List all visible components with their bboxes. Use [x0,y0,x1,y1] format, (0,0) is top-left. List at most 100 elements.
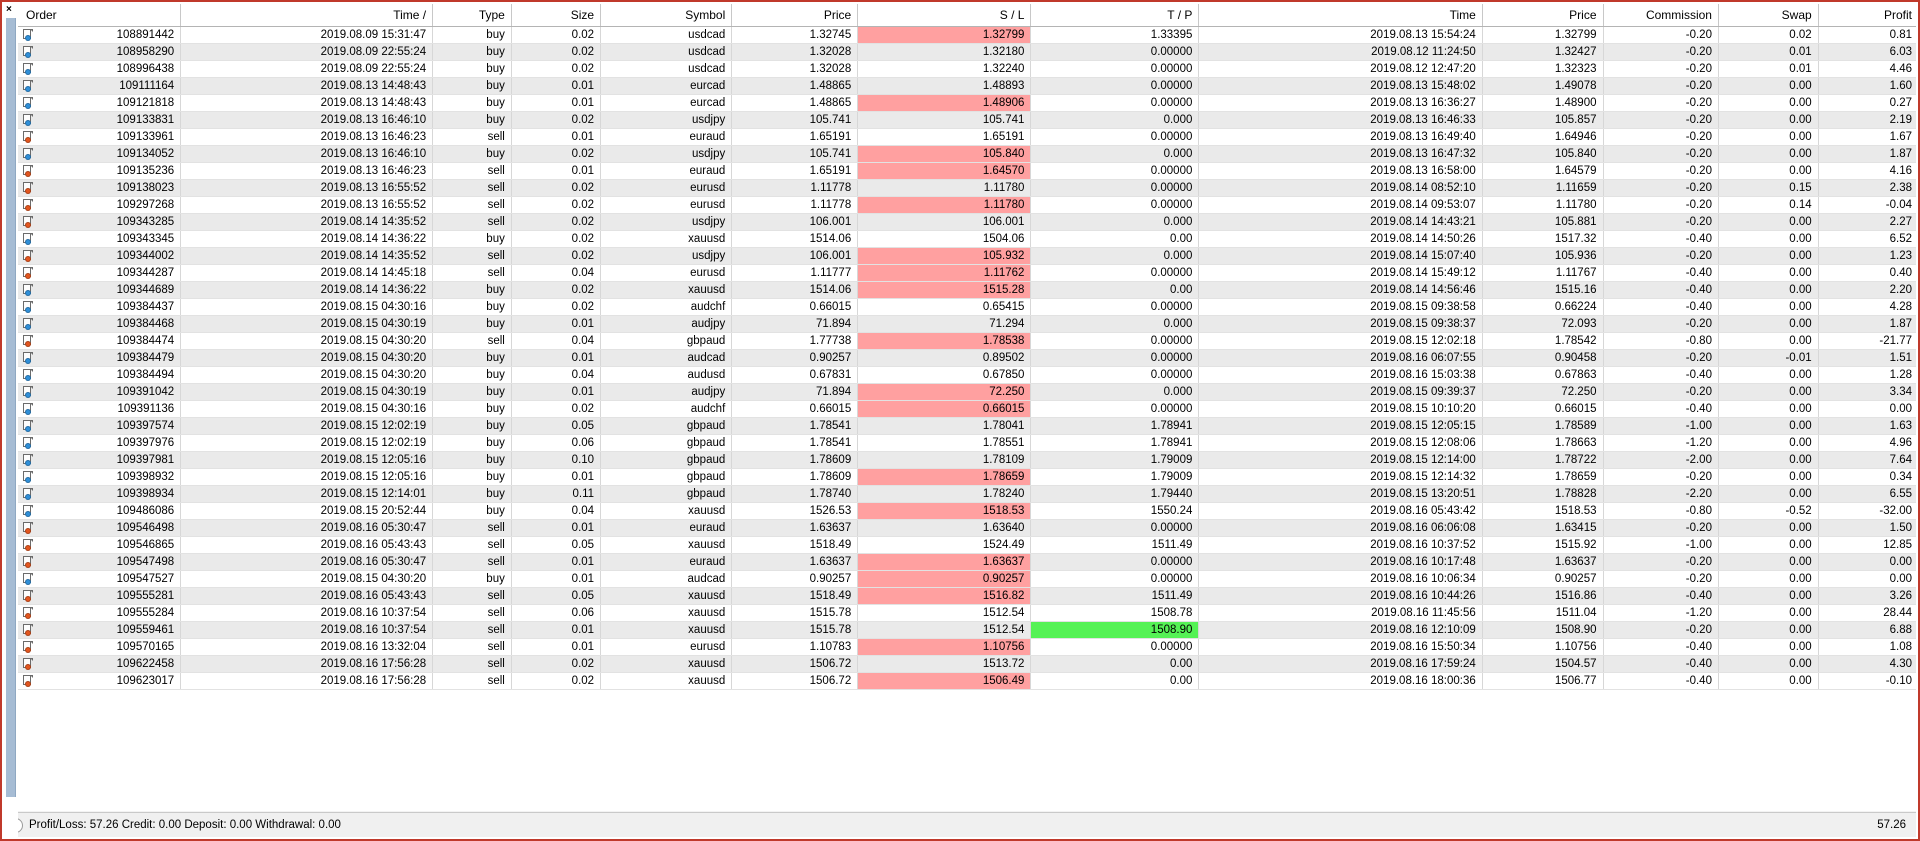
cell-type: buy [432,570,512,588]
cell-size: 0.02 [511,247,602,265]
table-row[interactable]: 109135236 2019.08.13 16:46:23 sell 0.01 eura… [18,162,1916,180]
column-header-time_open[interactable]: Time / [180,4,434,27]
table-row[interactable]: 108996438 2019.08.09 22:55:24 buy 0.02 usdca… [18,60,1916,78]
table-row[interactable]: 109397574 2019.08.15 12:02:19 buy 0.05 gbpau… [18,417,1916,435]
column-header-commission[interactable]: Commission [1603,4,1719,27]
cell-tp: 0.000 [1030,145,1200,163]
table-row[interactable]: 109121818 2019.08.13 14:48:43 buy 0.01 eurca… [18,94,1916,112]
table-row[interactable]: 109391042 2019.08.15 04:30:19 buy 0.01 audjp… [18,383,1916,401]
table-row[interactable]: 109622458 2019.08.16 17:56:28 sell 0.02 xauu… [18,655,1916,673]
close-icon[interactable]: × [6,5,12,15]
table-row[interactable]: 109384474 2019.08.15 04:30:20 sell 0.04 gbpa… [18,332,1916,350]
cell-profit: -21.77 [1818,332,1916,350]
table-row[interactable]: 109547527 2019.08.15 04:30:20 buy 0.01 audca… [18,570,1916,588]
column-header-price_close[interactable]: Price [1482,4,1604,27]
cell-time_open: 2019.08.15 12:14:01 [180,485,434,503]
table-row[interactable]: 109397976 2019.08.15 12:02:19 buy 0.06 gbpau… [18,434,1916,452]
table-row[interactable]: 109546498 2019.08.16 05:30:47 sell 0.01 eura… [18,519,1916,537]
cell-order: 109486086 [18,502,182,520]
table-row[interactable]: 109343345 2019.08.14 14:36:22 buy 0.02 xauus… [18,230,1916,248]
column-header-sl[interactable]: S / L [857,4,1032,27]
table-row[interactable]: 109384437 2019.08.15 04:30:16 buy 0.02 audch… [18,298,1916,316]
column-header-time_close[interactable]: Time [1198,4,1483,27]
status-bar: Profit/Loss: 57.26 Credit: 0.00 Deposit:… [4,812,1916,837]
cell-time_open: 2019.08.14 14:35:52 [180,247,434,265]
column-header-size[interactable]: Size [511,4,602,27]
order-id: 108996438 [116,63,175,75]
table-header-row[interactable]: Order Time / Type Size Symbol Price S / LT / P… [18,4,1916,27]
table-row[interactable]: 109138023 2019.08.13 16:55:52 sell 0.02 euru… [18,179,1916,197]
cell-price_close: 1.78663 [1482,434,1604,452]
column-header-type[interactable]: Type [432,4,512,27]
cell-swap: 0.00 [1718,655,1819,673]
column-header-tp[interactable]: T / P [1030,4,1200,27]
table-row[interactable]: 109623017 2019.08.16 17:56:28 sell 0.02 xauu… [18,672,1916,690]
order-buy-icon [23,318,33,330]
cell-size: 0.10 [511,451,602,469]
table-row[interactable]: 109398934 2019.08.15 12:14:01 buy 0.11 gbpau… [18,485,1916,503]
column-header-symbol[interactable]: Symbol [600,4,733,27]
cell-order: 109135236 [18,162,182,180]
cell-tp: 0.00000 [1030,570,1200,588]
table-row[interactable]: 108891442 2019.08.09 15:31:47 buy 0.02 usdca… [18,26,1916,44]
column-header-order[interactable]: Order [18,4,182,27]
cell-time_close: 2019.08.13 16:46:33 [1198,111,1483,129]
table-row[interactable]: 109133961 2019.08.13 16:46:23 sell 0.01 eura… [18,128,1916,146]
table-row[interactable]: 108958290 2019.08.09 22:55:24 buy 0.02 usdca… [18,43,1916,61]
column-header-profit[interactable]: Profit [1818,4,1916,27]
table-row[interactable]: 109547498 2019.08.16 05:30:47 sell 0.01 eura… [18,553,1916,571]
cell-price_close: 0.90257 [1482,570,1604,588]
table-row[interactable]: 109559461 2019.08.16 10:37:54 sell 0.01 xauu… [18,621,1916,639]
cell-profit: 1.08 [1818,638,1916,656]
table-row[interactable]: 109555284 2019.08.16 10:37:54 sell 0.06 xauu… [18,604,1916,622]
cell-type: buy [432,485,512,503]
cell-time_close: 2019.08.16 18:00:36 [1198,672,1483,690]
cell-size: 0.01 [511,383,602,401]
column-header-price_open[interactable]: Price [731,4,859,27]
cell-type: buy [432,315,512,333]
table-row[interactable]: 109344002 2019.08.14 14:35:52 sell 0.02 usdj… [18,247,1916,265]
cell-time_open: 2019.08.15 04:30:16 [180,298,434,316]
cell-order: 109559461 [18,621,182,639]
cell-swap: 0.00 [1718,587,1819,605]
cell-order: 109623017 [18,672,182,690]
table-row[interactable]: 109344287 2019.08.14 14:45:18 sell 0.04 euru… [18,264,1916,282]
cell-commission: -1.20 [1603,434,1719,452]
table-row[interactable]: 109546865 2019.08.16 05:43:43 sell 0.05 xauu… [18,536,1916,554]
cell-time_open: 2019.08.16 05:30:47 [180,519,434,537]
table-row[interactable]: 109344689 2019.08.14 14:36:22 buy 0.02 xauus… [18,281,1916,299]
cell-time_close: 2019.08.15 12:14:32 [1198,468,1483,486]
cell-time_open: 2019.08.14 14:45:18 [180,264,434,282]
table-row[interactable]: 109111164 2019.08.13 14:48:43 buy 0.01 eurca… [18,77,1916,95]
cell-time_open: 2019.08.13 16:46:23 [180,128,434,146]
orders-table-container[interactable]: Order Time / Type Size Symbol Price S / LT / P… [18,4,1916,811]
cell-symbol: audcad [600,570,733,588]
cell-size: 0.04 [511,332,602,350]
table-row[interactable]: 109391136 2019.08.15 04:30:16 buy 0.02 audch… [18,400,1916,418]
cell-time_open: 2019.08.15 04:30:19 [180,383,434,401]
table-row[interactable]: 109384494 2019.08.15 04:30:20 buy 0.04 audus… [18,366,1916,384]
cell-time_open: 2019.08.15 20:52:44 [180,502,434,520]
cell-swap: 0.00 [1718,366,1819,384]
cell-swap: 0.00 [1718,315,1819,333]
table-row[interactable]: 109398932 2019.08.15 12:05:16 buy 0.01 gbpau… [18,468,1916,486]
cell-profit: 4.16 [1818,162,1916,180]
table-row[interactable]: 109297268 2019.08.13 16:55:52 sell 0.02 euru… [18,196,1916,214]
table-row[interactable]: 109555281 2019.08.16 05:43:43 sell 0.05 xauu… [18,587,1916,605]
cell-swap: 0.00 [1718,451,1819,469]
table-row[interactable]: 109397981 2019.08.15 12:05:16 buy 0.10 gbpau… [18,451,1916,469]
table-row[interactable]: 109343285 2019.08.14 14:35:52 sell 0.02 usdj… [18,213,1916,231]
table-row[interactable]: 109570165 2019.08.16 13:32:04 sell 0.01 euru… [18,638,1916,656]
table-row[interactable]: 109384468 2019.08.15 04:30:19 buy 0.01 audjp… [18,315,1916,333]
cell-price_open: 106.001 [731,247,859,265]
cell-profit: 1.23 [1818,247,1916,265]
cell-profit: 0.00 [1818,553,1916,571]
cell-order: 109344689 [18,281,182,299]
table-row[interactable]: 109384479 2019.08.15 04:30:20 buy 0.01 audca… [18,349,1916,367]
cell-symbol: eurusd [600,264,733,282]
table-row[interactable]: 109486086 2019.08.15 20:52:44 buy 0.04 xauus… [18,502,1916,520]
cell-symbol: xauusd [600,672,733,690]
table-row[interactable]: 109133831 2019.08.13 16:46:10 buy 0.02 usdjp… [18,111,1916,129]
table-row[interactable]: 109134052 2019.08.13 16:46:10 buy 0.02 usdjp… [18,145,1916,163]
column-header-swap[interactable]: Swap [1718,4,1819,27]
